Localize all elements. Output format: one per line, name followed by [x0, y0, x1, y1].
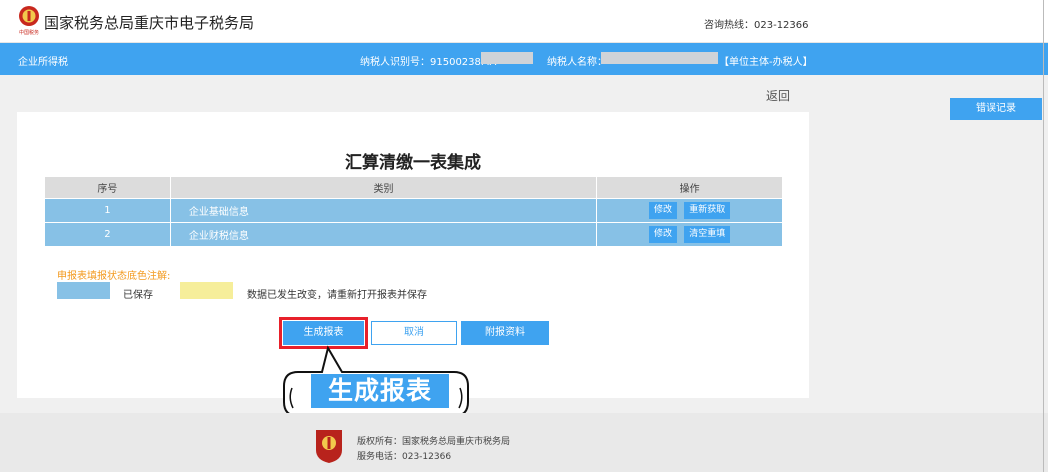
tax-shield-icon: [316, 430, 342, 463]
row-category: 企业基础信息: [169, 198, 598, 223]
taxpayer-id-label: 纳税人识别号：91500238MA: [360, 57, 497, 68]
role-label: 【单位主体-办税人】: [719, 57, 813, 68]
legend-title: 申报表填报状态底色注解:: [57, 271, 171, 282]
table-row: 1 企业基础信息 修改 重新获取: [44, 198, 783, 223]
taxpayer-info-bar: 企业所得税 纳税人识别号：91500238MA 纳税人名称： 【单位主体-办税人…: [0, 43, 1048, 75]
attach-materials-button[interactable]: 附报资料: [461, 321, 549, 345]
service-phone-text: 服务电话：023-12366: [357, 452, 452, 462]
table-row: 2 企业财税信息 修改 清空重填: [44, 222, 783, 247]
row-operations: 修改 重新获取: [596, 198, 783, 223]
clear-refill-button[interactable]: 清空重填: [684, 226, 731, 243]
window-edge-divider: [1043, 0, 1044, 472]
edit-button[interactable]: 修改: [649, 226, 678, 243]
row-operations: 修改 清空重填: [596, 222, 783, 247]
changed-color-swatch: [180, 282, 233, 299]
footer: 版权所有：国家税务总局重庆市税务局 服务电话：023-12366: [0, 413, 1048, 472]
edit-button[interactable]: 修改: [649, 202, 678, 219]
hotline-text: 咨询热线：023-12366: [704, 20, 809, 31]
refetch-button[interactable]: 重新获取: [684, 202, 731, 219]
copyright-text: 版权所有：国家税务总局重庆市税务局: [357, 437, 511, 447]
cancel-button[interactable]: 取消: [371, 321, 457, 345]
taxpayer-id-mask: [481, 52, 533, 64]
taxpayer-name-mask: [601, 52, 718, 64]
row-number: 2: [44, 222, 171, 247]
back-link[interactable]: 返回: [766, 87, 790, 104]
taxpayer-name-label: 纳税人名称：: [547, 57, 607, 68]
table-header-row: 序号 类别 操作: [44, 176, 783, 199]
error-log-button[interactable]: 错误记录: [950, 98, 1042, 120]
column-header-operation: 操作: [596, 176, 783, 199]
report-table: 序号 类别 操作 1 企业基础信息 修改 重新获取 2 企业财税信息 修改 清空…: [44, 176, 783, 247]
top-header: 中国税务 国家税务总局重庆市电子税务局 咨询热线：023-12366: [0, 0, 1048, 43]
saved-color-swatch: [57, 282, 110, 299]
row-number: 1: [44, 198, 171, 223]
section-label: 企业所得税: [18, 57, 68, 68]
site-title: 国家税务总局重庆市电子税务局: [44, 14, 255, 32]
changed-legend-label: 数据已发生改变，请重新打开报表并保存: [247, 290, 427, 301]
page-title: 汇算清缴一表集成: [345, 153, 481, 173]
saved-legend-label: 已保存: [123, 290, 153, 301]
column-header-no: 序号: [44, 176, 171, 199]
row-category: 企业财税信息: [169, 222, 598, 247]
tax-emblem-icon: 中国税务: [19, 6, 39, 36]
column-header-category: 类别: [169, 176, 598, 199]
svg-text:中国税务: 中国税务: [19, 29, 39, 36]
generate-report-button[interactable]: 生成报表: [283, 321, 364, 345]
callout-label: 生成报表: [311, 374, 449, 408]
